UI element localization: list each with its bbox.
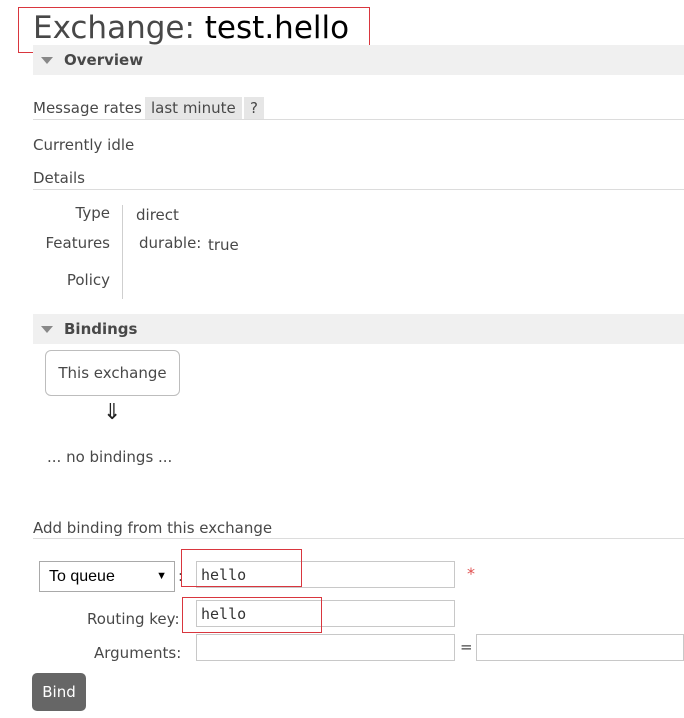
routing-key-label: Routing key: (87, 610, 180, 628)
bindings-header-label: Bindings (64, 320, 138, 338)
required-mark: * (467, 564, 475, 583)
add-binding-title: Add binding from this exchange (33, 519, 273, 537)
type-key: Type (75, 204, 110, 222)
exchange-name: test.hello (204, 10, 350, 46)
idle-status-text: Currently idle (33, 136, 135, 154)
divider (33, 538, 684, 539)
routing-key-input[interactable] (196, 600, 455, 627)
type-value: direct (136, 206, 179, 224)
page-title: Exchange: test.hello (33, 8, 349, 48)
message-rates-label: Message rates (33, 99, 142, 117)
destination-input[interactable] (196, 561, 455, 588)
down-arrow-icon: ⇓ (103, 400, 122, 425)
collapse-triangle-icon (41, 326, 53, 333)
page-title-prefix: Exchange: (33, 10, 195, 46)
argument-value-input[interactable] (476, 634, 684, 661)
this-exchange-node: This exchange (45, 350, 180, 396)
policy-key: Policy (66, 271, 110, 289)
durable-key: durable: (139, 234, 202, 252)
divider (33, 119, 684, 120)
rate-period-selector[interactable]: last minute (145, 97, 242, 119)
no-bindings-text: ... no bindings ... (47, 448, 173, 466)
details-label: Details (33, 169, 86, 187)
collapse-triangle-icon (41, 57, 53, 64)
details-divider (122, 205, 123, 299)
features-key: Features (45, 234, 111, 252)
bindings-section-header[interactable]: Bindings (33, 314, 684, 344)
bind-button[interactable]: Bind (32, 673, 86, 711)
dropdown-caret-icon: ▼ (156, 570, 167, 582)
overview-section-header[interactable]: Overview (33, 45, 684, 75)
overview-header-label: Overview (64, 51, 144, 69)
divider (33, 189, 684, 190)
argument-key-input[interactable] (196, 634, 455, 661)
destination-type-select[interactable]: To queue ▼ (39, 561, 175, 592)
equals-sign: = (460, 638, 473, 656)
colon-label: : (178, 567, 184, 585)
arguments-label: Arguments: (94, 644, 182, 662)
destination-type-value: To queue (49, 568, 115, 585)
durable-value: true (208, 236, 239, 254)
help-button[interactable]: ? (244, 97, 264, 119)
